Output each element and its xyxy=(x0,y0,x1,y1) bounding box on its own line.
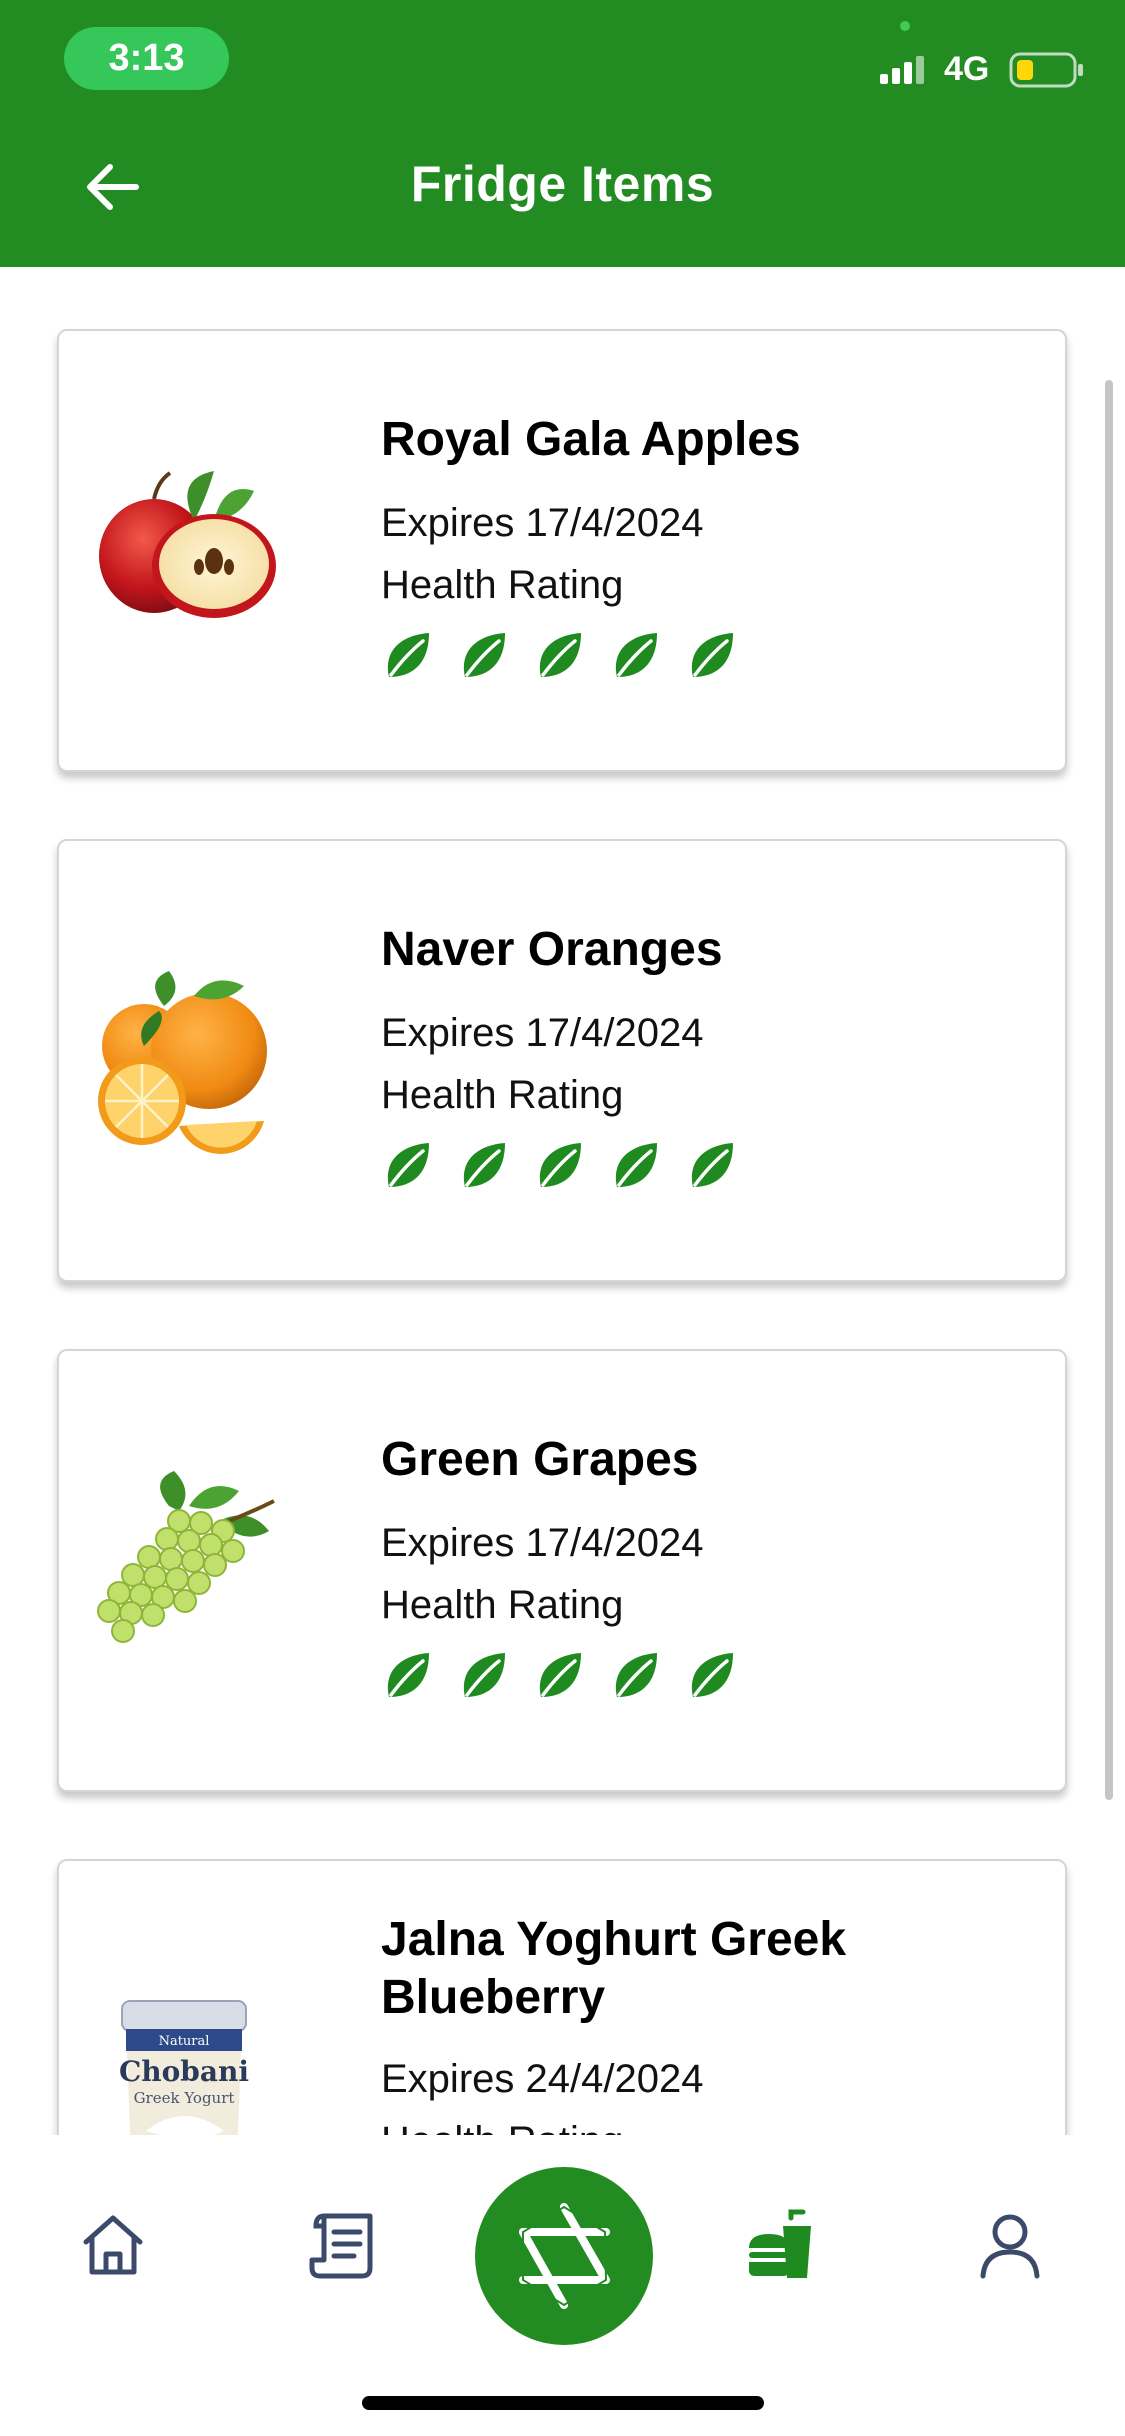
leaf-icon xyxy=(615,1143,657,1187)
leaf-icon xyxy=(539,1143,581,1187)
leaf-icon xyxy=(387,633,429,677)
leaf-icon xyxy=(691,633,733,677)
grapes-image xyxy=(97,1471,275,1643)
fridge-item-card[interactable]: Naver Oranges Expires 17/4/2024 Health R… xyxy=(57,839,1067,1282)
status-time: 3:13 xyxy=(64,27,229,90)
leaf-icon xyxy=(463,1653,505,1697)
receipt-icon xyxy=(309,2213,373,2279)
nav-home[interactable] xyxy=(73,2205,153,2285)
item-name: Royal Gala Apples xyxy=(381,413,801,466)
nav-profile[interactable] xyxy=(970,2205,1050,2285)
fridge-item-card[interactable]: Green Grapes Expires 17/4/2024 Health Ra… xyxy=(57,1349,1067,1792)
scrollbar[interactable] xyxy=(1105,380,1113,1800)
health-rating-label: Health Rating xyxy=(381,2119,623,2135)
camera-indicator xyxy=(900,21,910,31)
leaf-icon xyxy=(691,1653,733,1697)
leaf-icon xyxy=(387,1653,429,1697)
network-label: 4G xyxy=(944,50,990,88)
item-expiry: Expires 24/4/2024 xyxy=(381,2057,704,2101)
camera-shutter-icon xyxy=(519,2203,610,2309)
leaf-icon xyxy=(615,1653,657,1697)
health-rating-leaves xyxy=(381,1649,737,1701)
fridge-item-card[interactable]: Royal Gala Apples Expires 17/4/2024 Heal… xyxy=(57,329,1067,772)
yoghurt-brand: Chobani xyxy=(119,2055,249,2088)
leaf-icon xyxy=(615,633,657,677)
item-name: Jalna Yoghurt Greek Blueberry xyxy=(381,1913,847,2024)
battery-icon xyxy=(1009,52,1083,88)
apple-image xyxy=(99,471,276,618)
fridge-item-card[interactable]: Natural Chobani Greek Yogurt Jalna Yoghu… xyxy=(57,1859,1067,2135)
page-title: Fridge Items xyxy=(410,156,715,212)
health-rating-label: Health Rating xyxy=(381,1073,624,1117)
health-rating-leaves xyxy=(381,1139,737,1191)
food-icon xyxy=(749,2209,811,2278)
yoghurt-tag: Natural xyxy=(159,2034,210,2049)
profile-icon xyxy=(980,2214,1040,2279)
nav-receipts[interactable] xyxy=(303,2205,383,2285)
health-rating-leaves xyxy=(381,629,737,681)
orange-image xyxy=(98,971,267,1154)
app-header: 3:13 4G Fridge Items xyxy=(0,0,1125,267)
yoghurt-type: Greek Yogurt xyxy=(134,2089,235,2107)
leaf-icon xyxy=(463,1143,505,1187)
item-expiry: Expires 17/4/2024 xyxy=(381,1011,704,1055)
signal-icon xyxy=(880,56,924,84)
leaf-icon xyxy=(387,1143,429,1187)
leaf-icon xyxy=(691,1143,733,1187)
leaf-icon xyxy=(539,633,581,677)
item-name: Green Grapes xyxy=(381,1433,699,1486)
nav-food[interactable] xyxy=(742,2205,822,2285)
home-icon xyxy=(83,2215,143,2275)
item-expiry: Expires 17/4/2024 xyxy=(381,1521,704,1565)
item-name: Naver Oranges xyxy=(381,923,723,976)
health-rating-label: Health Rating xyxy=(381,1583,624,1627)
leaf-icon xyxy=(463,633,505,677)
home-indicator[interactable] xyxy=(362,2396,764,2410)
item-expiry: Expires 17/4/2024 xyxy=(381,501,704,545)
health-rating-label: Health Rating xyxy=(381,563,624,607)
leaf-icon xyxy=(539,1653,581,1697)
yoghurt-image: Natural Chobani Greek Yogurt xyxy=(119,2000,249,2135)
scan-camera-button[interactable] xyxy=(475,2167,653,2345)
fridge-items-list[interactable]: Royal Gala Apples Expires 17/4/2024 Heal… xyxy=(0,267,1125,2135)
